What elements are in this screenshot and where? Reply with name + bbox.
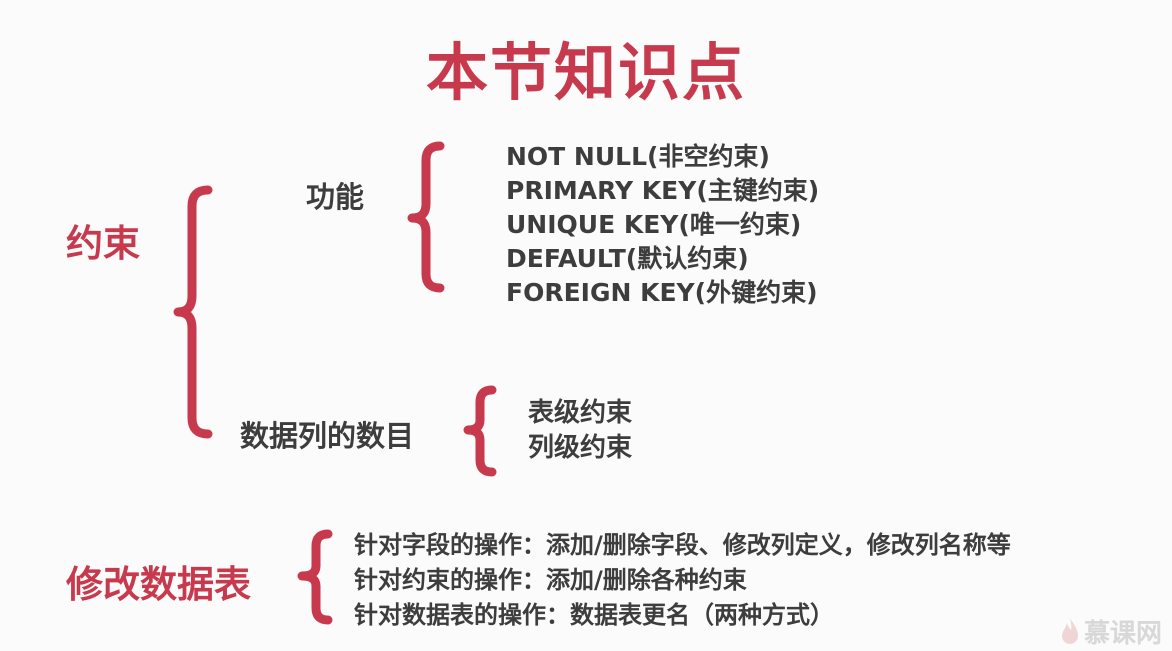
list-item: UNIQUE KEY(唯一约束) [506, 210, 802, 239]
list-item: PRIMARY KEY(主键约束) [506, 176, 820, 205]
flame-logo-icon [1062, 618, 1078, 644]
column-count-label: 数据列的数目 [240, 419, 415, 453]
column-count-brace [463, 385, 497, 477]
list-item: NOT NULL(非空约束) [506, 142, 770, 171]
modify-table-list: 针对字段的操作：添加/删除字段、修改列定义，修改列名称等 针对约束的操作：添加/… [354, 528, 1011, 633]
modify-table-label: 修改数据表 [66, 563, 251, 606]
modify-table-brace [297, 529, 333, 625]
list-item: DEFAULT(默认约束) [506, 244, 749, 273]
slide-title: 本节知识点 [425, 36, 746, 109]
watermark-text: 慕课网 [1084, 618, 1163, 649]
list-item: 表级约束 [528, 398, 633, 428]
function-brace [407, 141, 445, 293]
list-item: 针对字段的操作：添加/删除字段、修改列定义，修改列名称等 [354, 531, 1011, 559]
list-item: 针对数据表的操作：数据表更名（两种方式） [354, 601, 834, 629]
watermark: 慕课网 [1060, 611, 1172, 651]
slide: 本节知识点 约束 功能 NOT NULL(非空约束) PRIMARY KEY(主… [0, 0, 1172, 651]
list-item: 针对约束的操作：添加/删除各种约束 [354, 566, 747, 594]
function-list: NOT NULL(非空约束) PRIMARY KEY(主键约束) UNIQUE … [506, 140, 819, 310]
list-item: 列级约束 [528, 433, 633, 463]
column-count-list: 表级约束 列级约束 [528, 396, 632, 466]
list-item: FOREIGN KEY(外键约束) [506, 278, 818, 307]
constraints-brace [173, 185, 213, 439]
function-label: 功能 [306, 180, 365, 214]
constraints-label: 约束 [66, 222, 140, 265]
